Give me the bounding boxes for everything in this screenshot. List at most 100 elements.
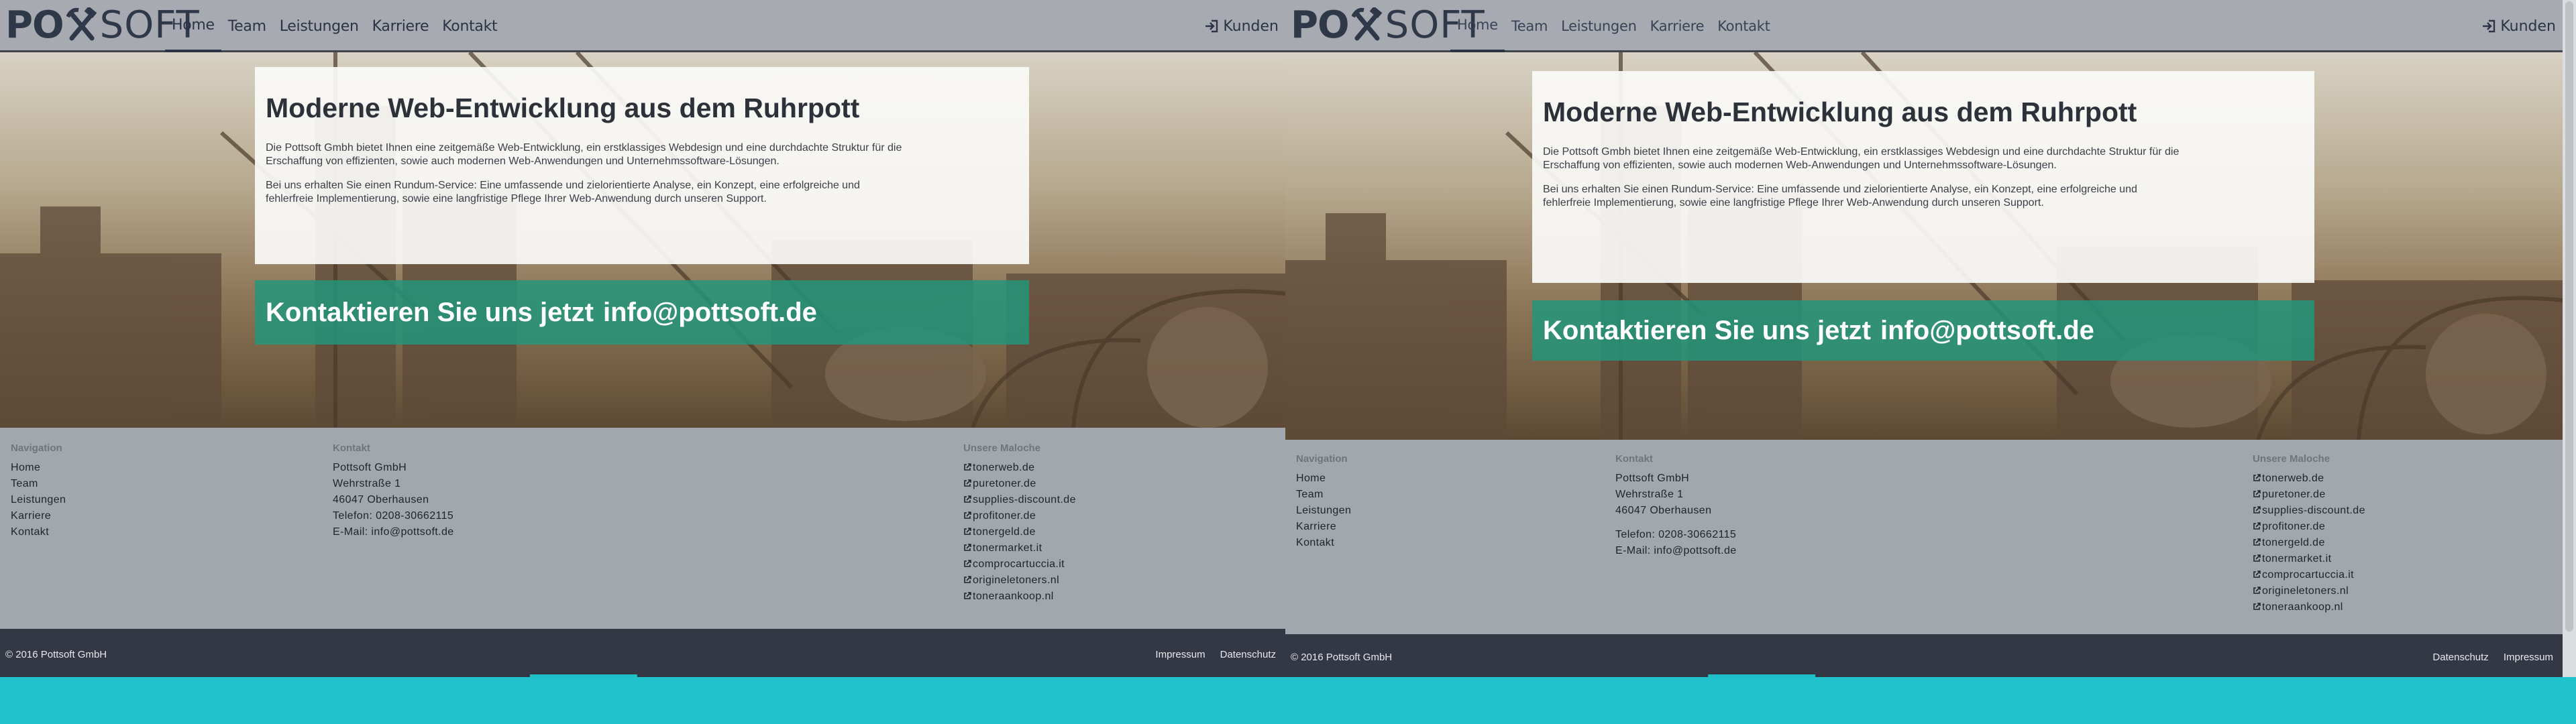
main-nav: Home Team Leistungen Karriere Kontakt (165, 0, 504, 52)
kunden-login-link[interactable]: Kunden (1204, 0, 1279, 52)
hero-paragraph-1: Die Pottsoft Gmbh bietet Ihnen eine zeit… (1543, 146, 2180, 171)
footer-phone[interactable]: Telefon: 0208-30662115 (1615, 527, 1737, 543)
footer-nav-home[interactable]: Home (11, 460, 66, 476)
kunden-login-link[interactable]: Kunden (2481, 0, 2556, 52)
contact-email-link[interactable]: info@pottsoft.de (603, 298, 817, 328)
hero-title: Moderne Web-Entwicklung aus dem Ruhrpott (1543, 97, 2137, 127)
contact-banner: Kontaktieren Sie uns jetzt info@pottsoft… (255, 280, 1029, 345)
footer-contact: Kontakt Pottsoft GmbH Wehrstraße 1 46047… (333, 442, 454, 540)
nav-item-team[interactable]: Team (1505, 0, 1554, 52)
footer-navigation-heading: Navigation (11, 442, 62, 454)
nav-item-leistungen[interactable]: Leistungen (1554, 0, 1643, 52)
footer: Navigation Home Team Leistungen Karriere… (0, 442, 1285, 623)
datenschutz-link[interactable]: Datenschutz (2432, 652, 2488, 663)
impressum-link[interactable]: Impressum (1155, 649, 1205, 660)
nav-item-team[interactable]: Team (221, 0, 273, 52)
project-link[interactable]: tonermarket.it (963, 540, 1076, 556)
external-link-icon (2253, 506, 2261, 514)
project-link[interactable]: origineletoners.nl (963, 572, 1076, 589)
intro-box: Moderne Web-Entwicklung aus dem Ruhrpott… (255, 67, 1029, 264)
footer-phone[interactable]: Telefon: 0208-30662115 (333, 508, 454, 524)
footer-city: 46047 Oberhausen (1615, 505, 1712, 516)
footer-contact: Kontakt Pottsoft GmbH Wehrstraße 1 46047… (1615, 453, 1737, 559)
external-link-icon (964, 576, 971, 583)
project-link[interactable]: tonermarket.it (2253, 551, 2365, 567)
external-link-icon (964, 495, 971, 503)
footer-nav-karriere[interactable]: Karriere (11, 508, 66, 524)
footer-navigation-heading: Navigation (1296, 453, 1348, 465)
project-link[interactable]: tonergeld.de (963, 524, 1076, 540)
project-link[interactable]: puretoner.de (963, 476, 1076, 492)
datenschutz-link[interactable]: Datenschutz (1220, 649, 1276, 660)
footer-company: Pottsoft GmbH (1615, 473, 1690, 484)
project-link[interactable]: profitoner.de (2253, 519, 2365, 535)
project-link[interactable]: toneraankoop.nl (2253, 599, 2365, 615)
footer-contact-heading: Kontakt (333, 442, 370, 454)
navbar: PO SOFT Home Team Leistungen Karriere Ko… (0, 0, 1285, 52)
footer-nav-team[interactable]: Team (11, 476, 66, 492)
project-link[interactable]: tonerweb.de (2253, 471, 2365, 487)
external-link-icon (2253, 538, 2261, 546)
bottom-bar: © 2016 Pottsoft GmbH Impressum Datenschu… (0, 629, 1285, 677)
footer-email[interactable]: E-Mail: info@pottsoft.de (333, 524, 454, 540)
bottom-bar: © 2016 Pottsoft GmbH Datenschutz Impress… (1285, 634, 2563, 677)
nav-item-kontakt[interactable]: Kontakt (1711, 0, 1776, 52)
project-link[interactable]: comprocartuccia.it (963, 556, 1076, 572)
kunden-label: Kunden (2500, 17, 2556, 35)
hero-paragraph-2: Bei uns erhalten Sie einen Rundum-Servic… (266, 180, 860, 204)
project-link[interactable]: puretoner.de (2253, 487, 2365, 503)
external-link-icon (964, 463, 971, 471)
footer-navigation: Navigation Home Team Leistungen Karriere… (1296, 453, 1351, 551)
nav-item-home[interactable]: Home (165, 0, 221, 52)
project-link[interactable]: comprocartuccia.it (2253, 567, 2365, 583)
external-link-icon (964, 560, 971, 567)
project-link[interactable]: profitoner.de (963, 508, 1076, 524)
project-link[interactable]: toneraankoop.nl (963, 589, 1076, 605)
external-link-icon (2253, 474, 2261, 481)
sign-in-icon (2483, 19, 2496, 33)
footer-nav-home[interactable]: Home (1296, 471, 1351, 487)
project-link[interactable]: supplies-discount.de (2253, 503, 2365, 519)
project-link[interactable]: tonergeld.de (2253, 535, 2365, 551)
footer-nav-leistungen[interactable]: Leistungen (1296, 503, 1351, 519)
hero-banner: Moderne Web-Entwicklung aus dem Ruhrpott… (0, 52, 1285, 428)
project-link[interactable]: supplies-discount.de (963, 492, 1076, 508)
footer-navigation: Navigation Home Team Leistungen Karriere… (11, 442, 66, 540)
nav-item-kontakt[interactable]: Kontakt (435, 0, 504, 52)
external-link-icon (964, 592, 971, 599)
footer-nav-kontakt[interactable]: Kontakt (11, 524, 66, 540)
nav-item-leistungen[interactable]: Leistungen (273, 0, 366, 52)
footer-projects: Unsere Maloche tonerweb.de puretoner.de … (963, 442, 1076, 605)
main-nav: Home Team Leistungen Karriere Kontakt (1450, 0, 1777, 52)
contact-email-link[interactable]: info@pottsoft.de (1880, 316, 2094, 346)
external-link-icon (2253, 587, 2261, 594)
footer-nav-kontakt[interactable]: Kontakt (1296, 535, 1351, 551)
nav-item-karriere[interactable]: Karriere (1644, 0, 1711, 52)
nav-item-home[interactable]: Home (1450, 0, 1505, 52)
footer-nav-team[interactable]: Team (1296, 487, 1351, 503)
contact-banner-text: Kontaktieren Sie uns jetzt (266, 297, 594, 327)
footer-street: Wehrstraße 1 (333, 478, 401, 489)
hero-banner: Moderne Web-Entwicklung aus dem Ruhrpott… (1285, 52, 2563, 440)
footer-email[interactable]: E-Mail: info@pottsoft.de (1615, 543, 1737, 559)
project-link[interactable]: origineletoners.nl (2253, 583, 2365, 599)
footer-nav-leistungen[interactable]: Leistungen (11, 492, 66, 508)
legal-links: Impressum Datenschutz (1155, 649, 1276, 660)
footer-projects-heading: Unsere Maloche (963, 442, 1041, 454)
hero-paragraph-2: Bei uns erhalten Sie einen Rundum-Servic… (1543, 184, 2137, 208)
contact-banner-text: Kontaktieren Sie uns jetzt (1543, 315, 1871, 345)
navbar: PO SOFT Home Team Leistungen Karriere Ko… (1285, 0, 2563, 52)
footer-nav-karriere[interactable]: Karriere (1296, 519, 1351, 535)
external-link-icon (2253, 490, 2261, 497)
scrollbar-thumb[interactable] (2565, 1, 2573, 631)
impressum-link[interactable]: Impressum (2504, 652, 2553, 663)
loading-strip (1708, 674, 1815, 677)
external-link-icon (2253, 554, 2261, 562)
project-link[interactable]: tonerweb.de (963, 460, 1076, 476)
external-link-icon (964, 511, 971, 519)
footer-street: Wehrstraße 1 (1615, 489, 1684, 500)
kunden-label: Kunden (1223, 17, 1279, 35)
nav-item-karriere[interactable]: Karriere (366, 0, 436, 52)
footer-contact-heading: Kontakt (1615, 453, 1653, 465)
